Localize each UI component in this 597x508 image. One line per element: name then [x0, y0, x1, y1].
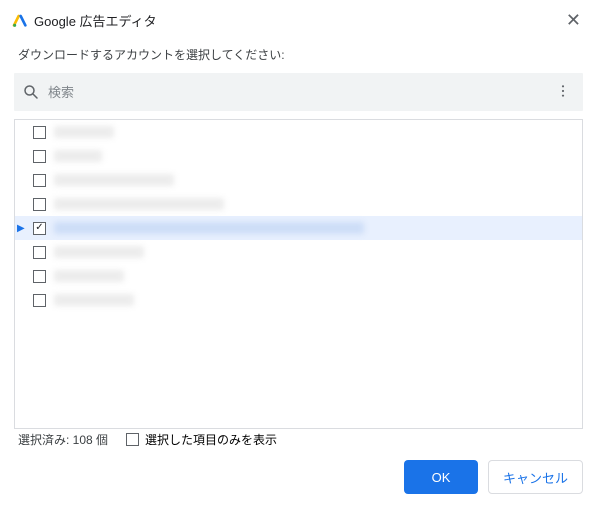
instructions-text: ダウンロードするアカウントを選択してください:	[0, 32, 597, 73]
more-options-icon[interactable]	[551, 79, 575, 106]
search-icon	[22, 83, 40, 101]
show-selected-only-toggle[interactable]: 選択した項目のみを表示	[126, 431, 277, 448]
account-list: ▶	[14, 119, 583, 429]
account-checkbox[interactable]	[33, 126, 46, 139]
account-name-redacted	[54, 270, 124, 282]
window-title: Google 広告エディタ	[34, 11, 157, 30]
account-row[interactable]	[15, 144, 582, 168]
account-row[interactable]	[15, 192, 582, 216]
account-name-redacted	[54, 150, 102, 162]
account-name-redacted	[54, 246, 144, 258]
account-row[interactable]	[15, 264, 582, 288]
account-row[interactable]	[15, 288, 582, 312]
show-selected-only-checkbox[interactable]	[126, 433, 139, 446]
account-name-redacted	[54, 294, 134, 306]
google-ads-logo-icon	[12, 12, 28, 28]
cancel-button[interactable]: キャンセル	[488, 460, 583, 494]
show-selected-only-label: 選択した項目のみを表示	[145, 431, 277, 448]
account-name-redacted	[54, 174, 174, 186]
account-name-redacted	[54, 222, 364, 234]
account-row[interactable]	[15, 168, 582, 192]
account-checkbox[interactable]	[33, 198, 46, 211]
selected-count: 選択済み: 108 個	[18, 431, 108, 448]
titlebar: Google 広告エディタ ✕	[0, 0, 597, 32]
account-row[interactable]	[15, 120, 582, 144]
account-checkbox[interactable]	[33, 150, 46, 163]
account-name-redacted	[54, 198, 224, 210]
account-checkbox[interactable]	[33, 294, 46, 307]
dialog-buttons: OK キャンセル	[404, 460, 583, 494]
account-checkbox[interactable]	[33, 222, 46, 235]
close-icon[interactable]: ✕	[562, 11, 585, 29]
account-name-redacted	[54, 126, 114, 138]
account-checkbox[interactable]	[33, 270, 46, 283]
account-row[interactable]	[15, 240, 582, 264]
account-checkbox[interactable]	[33, 174, 46, 187]
account-checkbox[interactable]	[33, 246, 46, 259]
search-input[interactable]	[40, 85, 551, 100]
account-row[interactable]: ▶	[15, 216, 582, 240]
footer-bar: 選択済み: 108 個 選択した項目のみを表示	[0, 431, 597, 448]
ok-button[interactable]: OK	[404, 460, 478, 494]
current-row-indicator-icon: ▶	[17, 223, 25, 234]
search-bar	[14, 73, 583, 111]
